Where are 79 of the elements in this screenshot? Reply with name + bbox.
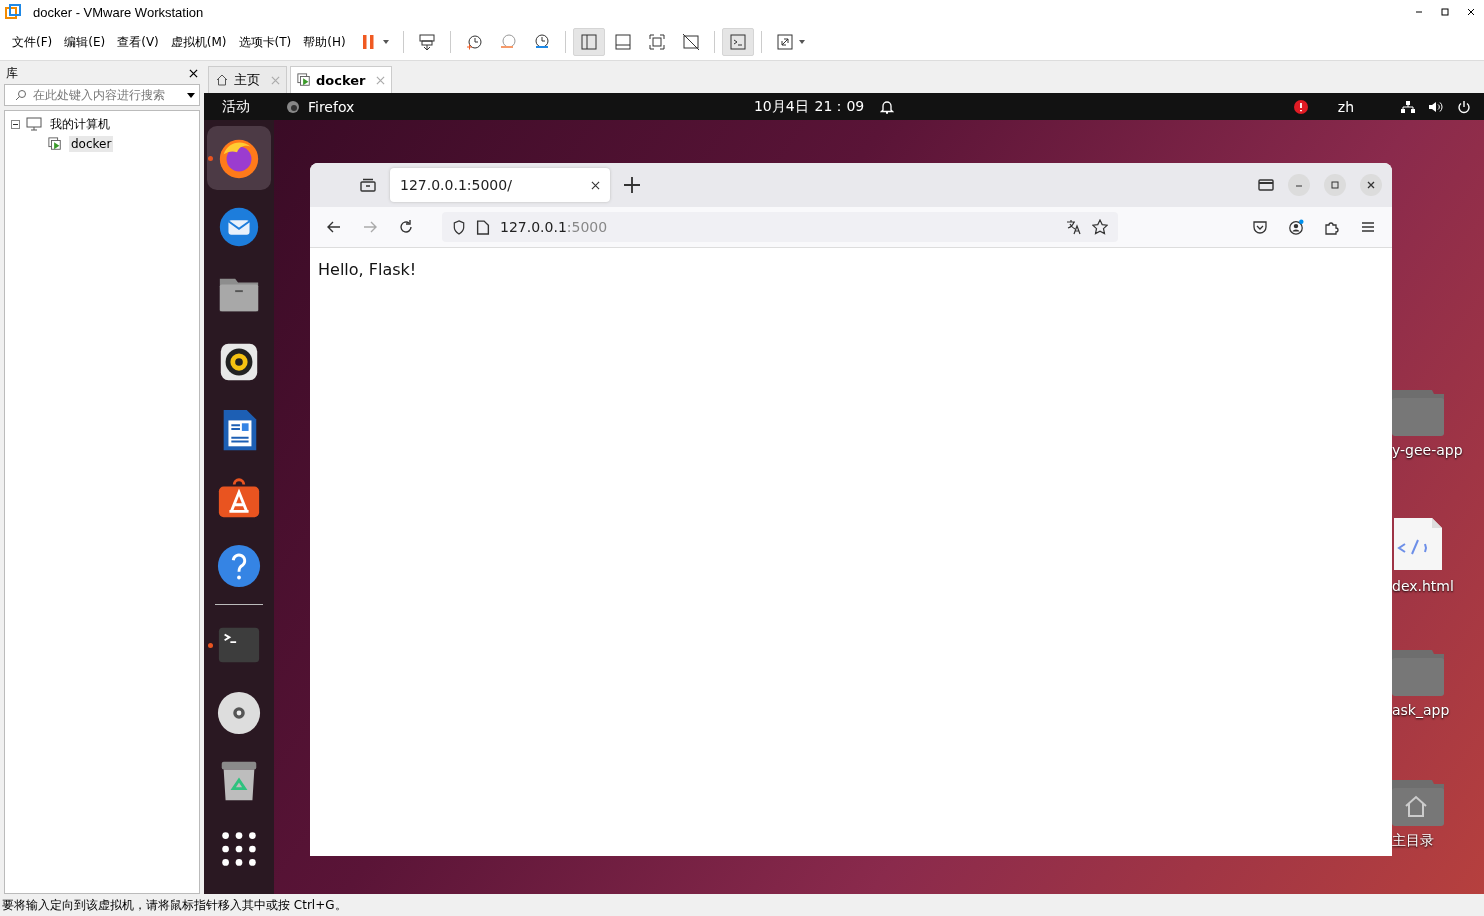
caret-icon[interactable]	[187, 91, 195, 99]
desktop-icon-label: 主目录	[1392, 832, 1435, 850]
network-icon[interactable]	[1400, 99, 1416, 114]
page-text: Hello, Flask!	[318, 260, 417, 279]
close-icon[interactable]	[591, 180, 600, 190]
translate-icon[interactable]	[1066, 219, 1082, 235]
clock-date[interactable]: 10月4日	[753, 97, 809, 116]
console-icon	[727, 32, 748, 52]
library-icon	[578, 32, 599, 52]
html-file-icon[interactable]	[1392, 516, 1444, 572]
tab[interactable]: docker	[290, 66, 393, 93]
menu-icon[interactable]	[1360, 219, 1376, 235]
url-text: 127.0.0.1:5000	[500, 219, 608, 235]
stretch-icon	[774, 32, 795, 52]
caret-icon	[381, 38, 390, 46]
close-icon	[1366, 180, 1376, 190]
disc-icon	[216, 690, 262, 736]
unity-icon	[680, 32, 701, 52]
vm-icon	[47, 137, 63, 151]
search-field[interactable]: 在此处键入内容进行搜索	[4, 84, 200, 106]
dock-item[interactable]	[207, 126, 271, 190]
firefox-icon	[286, 99, 300, 114]
search-icon	[15, 89, 27, 101]
tab-title: 127.0.0.1:5000/	[400, 177, 512, 193]
library-title: 库	[6, 64, 18, 82]
tree-item[interactable]: docker	[69, 136, 114, 152]
maximize-button[interactable]	[1324, 174, 1346, 196]
new-tab-icon[interactable]	[624, 177, 640, 193]
fullscreen-icon	[646, 32, 667, 52]
library-button[interactable]	[572, 28, 605, 56]
home-icon	[215, 73, 229, 87]
close-button[interactable]	[1360, 174, 1382, 196]
alert-icon[interactable]	[1293, 99, 1308, 114]
collapse-icon[interactable]	[11, 119, 20, 129]
window-icon[interactable]	[1258, 177, 1274, 193]
minimize-button[interactable]	[1288, 174, 1310, 196]
computer-icon	[26, 117, 42, 131]
tab-list-icon[interactable]	[360, 177, 376, 193]
clock-time[interactable]: 21：09	[814, 97, 865, 116]
back-icon[interactable]	[326, 219, 342, 235]
maximize-icon	[1330, 180, 1340, 190]
address-bar[interactable]: 127.0.0.1:5000	[442, 212, 1118, 242]
send-keys-icon	[416, 32, 437, 52]
page-icon[interactable]	[476, 219, 490, 235]
menu-item[interactable]: 查看(V)	[111, 33, 165, 51]
close-icon[interactable]	[189, 68, 198, 78]
extensions-icon[interactable]	[1324, 219, 1340, 235]
menu-item[interactable]: 选项卡(T)	[232, 33, 298, 51]
app-menu[interactable]: Firefox	[308, 98, 355, 115]
vm-icon	[297, 73, 311, 87]
window-title: docker - VMware Workstation	[33, 4, 205, 20]
menu-item[interactable]: 帮助(H)	[297, 33, 352, 51]
reload-icon[interactable]	[398, 219, 414, 235]
account-icon[interactable]	[1288, 219, 1304, 235]
star-icon[interactable]	[1092, 219, 1108, 235]
browser-tab[interactable]: 127.0.0.1:5000/	[390, 168, 610, 202]
volume-icon[interactable]	[1428, 99, 1444, 114]
pocket-icon[interactable]	[1252, 219, 1268, 235]
help-icon	[216, 543, 262, 589]
thumbs-icon	[612, 32, 633, 52]
desktop-icon-label: y-gee-app	[1392, 442, 1464, 458]
language-indicator[interactable]: zh	[1337, 98, 1354, 115]
status-message: 要将输入定向到该虚拟机，请将鼠标指针移入其中或按 Ctrl+G。	[2, 896, 347, 914]
desktop-icon-label: ask_app	[1392, 702, 1451, 718]
activities-button[interactable]: 活动	[222, 97, 250, 116]
tree-item[interactable]: 我的计算机	[48, 114, 112, 134]
desktop-icon-label: dex.html	[1392, 578, 1455, 594]
bell-icon	[880, 98, 895, 115]
menu-item[interactable]: 文件(F)	[6, 33, 59, 51]
console-button[interactable]	[721, 28, 754, 56]
power-icon[interactable]	[1456, 99, 1472, 114]
caret-icon	[797, 38, 806, 46]
menu-item[interactable]: 虚拟机(M)	[164, 33, 233, 51]
tab[interactable]: 主页	[208, 66, 287, 93]
tab-label: docker	[316, 72, 366, 88]
menu-item[interactable]: 编辑(E)	[58, 33, 112, 51]
vmware-logo-icon	[5, 4, 21, 20]
tab-label: 主页	[234, 71, 260, 89]
shield-icon[interactable]	[452, 219, 466, 235]
